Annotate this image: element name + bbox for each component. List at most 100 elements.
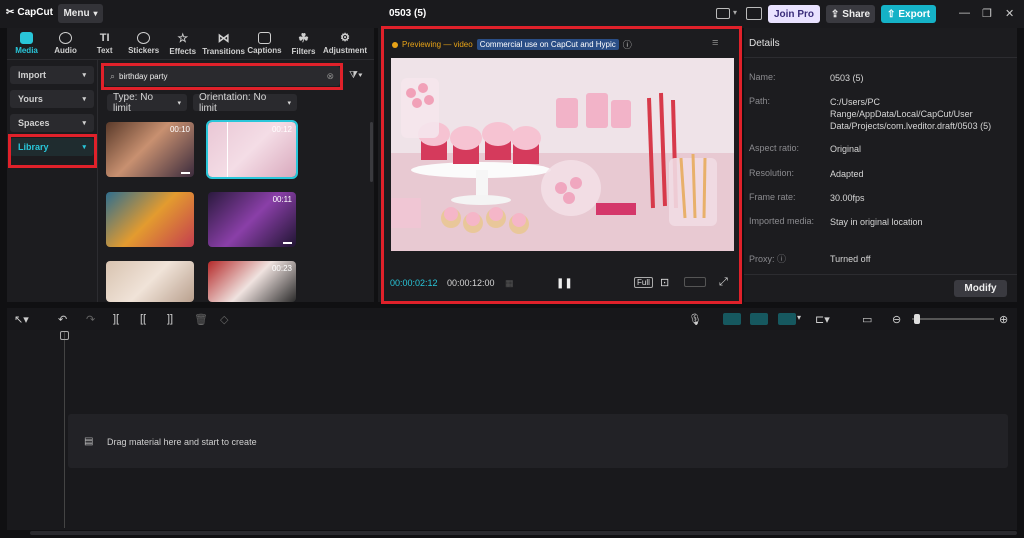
modify-button[interactable]: Modify bbox=[954, 280, 1007, 297]
tab-label: Audio bbox=[54, 45, 77, 55]
detail-label-imported-media: Imported media: bbox=[749, 216, 815, 226]
horizontal-scrollbar[interactable] bbox=[30, 531, 1017, 535]
tab-media[interactable]: Media bbox=[7, 28, 46, 58]
export-label: Export bbox=[898, 8, 931, 20]
redo-icon[interactable]: ↷ bbox=[86, 313, 95, 326]
effects-icon: ☆ bbox=[177, 30, 189, 45]
sidebar-item-label: Import bbox=[18, 70, 46, 80]
timeline-settings-icon[interactable]: ▭ bbox=[862, 313, 872, 326]
chevron-down-icon[interactable]: ▾ bbox=[733, 8, 737, 17]
ratio-selector[interactable] bbox=[684, 277, 706, 287]
detail-label-frame-rate: Frame rate: bbox=[749, 192, 796, 202]
detail-value-imported-media: Stay in original location bbox=[830, 217, 923, 227]
search-highlight-box bbox=[101, 63, 343, 90]
detail-label-resolution: Resolution: bbox=[749, 168, 795, 178]
sidebar-item-import[interactable]: Import ▾ bbox=[10, 66, 94, 84]
pause-icon[interactable]: ❚❚ bbox=[556, 278, 573, 289]
chevron-down-icon: ▾ bbox=[93, 9, 98, 18]
full-quality-button[interactable]: Full bbox=[634, 277, 653, 288]
shortcuts-icon[interactable] bbox=[746, 7, 762, 20]
tab-adjustment[interactable]: ⚙ Adjustment bbox=[323, 28, 367, 58]
download-icon[interactable] bbox=[283, 236, 292, 244]
tab-captions[interactable]: Captions bbox=[245, 28, 284, 58]
chevron-down-icon: ▾ bbox=[82, 120, 86, 127]
scrollbar[interactable] bbox=[370, 122, 373, 182]
layout-icon[interactable] bbox=[716, 8, 730, 19]
filter-icon[interactable]: ⧩▾ bbox=[349, 70, 363, 81]
tab-label: Transitions bbox=[202, 46, 245, 56]
orientation-filter-label: Orientation: No limit bbox=[199, 91, 267, 114]
duration-label: 00:10 bbox=[169, 125, 190, 134]
chevron-down-icon[interactable]: ▾ bbox=[797, 313, 801, 322]
close-icon[interactable]: ✕ bbox=[1005, 7, 1014, 20]
tab-effects[interactable]: ☆ Effects bbox=[163, 28, 202, 58]
project-title: 0503 (5) bbox=[389, 8, 427, 19]
export-button[interactable]: ⇧ Export bbox=[881, 5, 936, 23]
delete-right-icon[interactable]: ]] bbox=[167, 313, 173, 325]
divider bbox=[7, 59, 374, 60]
chevron-down-icon: ▾ bbox=[177, 99, 181, 107]
zoom-slider-handle[interactable] bbox=[914, 314, 920, 324]
media-thumbnail-selected[interactable]: 00:12 bbox=[206, 120, 298, 179]
zoom-fit-icon[interactable]: ⊡ bbox=[660, 276, 669, 289]
tab-transitions[interactable]: ⋈ Transitions bbox=[202, 28, 245, 58]
playhead-handle[interactable] bbox=[60, 331, 69, 340]
media-thumbnail[interactable]: 00:23 bbox=[208, 261, 296, 302]
microphone-icon[interactable]: 🎙 bbox=[688, 313, 702, 326]
menu-button[interactable]: Menu ▾ bbox=[58, 4, 103, 23]
tab-filters[interactable]: ☘ Filters bbox=[284, 28, 323, 58]
detail-value-path: C:/Users/PC Range/AppData/Local/CapCut/U… bbox=[830, 97, 992, 131]
linkage-icon[interactable] bbox=[778, 313, 796, 325]
sidebar-item-yours[interactable]: Yours ▾ bbox=[10, 90, 94, 108]
main-track-magnet-icon[interactable] bbox=[723, 313, 741, 325]
media-thumbnail[interactable] bbox=[106, 192, 194, 247]
mark-icon[interactable]: ◇ bbox=[220, 313, 228, 326]
tab-stickers[interactable]: Stickers bbox=[124, 28, 163, 58]
minimize-icon[interactable]: — bbox=[959, 7, 970, 19]
chevron-down-icon: ▾ bbox=[82, 96, 86, 103]
undo-icon[interactable]: ↶ bbox=[58, 313, 67, 326]
duration-label: 00:12 bbox=[271, 125, 292, 134]
logo-icon: ✂ bbox=[6, 7, 15, 18]
sidebar-item-label: Yours bbox=[18, 94, 43, 104]
detail-value-aspect-ratio: Original bbox=[830, 144, 862, 154]
delete-left-icon[interactable]: [[ bbox=[140, 313, 146, 325]
tab-audio[interactable]: Audio bbox=[46, 28, 85, 58]
zoom-out-icon[interactable]: ⊖ bbox=[892, 313, 901, 326]
divider bbox=[97, 60, 98, 302]
tab-label: Filters bbox=[291, 46, 316, 56]
split-icon[interactable]: ][ bbox=[113, 313, 119, 325]
detail-label-proxy: Proxy: ⓘ bbox=[749, 252, 786, 265]
playhead[interactable] bbox=[64, 332, 65, 528]
toolbar-tabs: Media Audio TI Text Stickers ☆ Effects ⋈ Tr… bbox=[7, 28, 367, 58]
timecode-grid-icon[interactable]: ▦ bbox=[505, 278, 514, 289]
download-icon[interactable] bbox=[181, 166, 190, 174]
info-icon[interactable]: ⓘ bbox=[777, 254, 786, 264]
filters-icon: ☘ bbox=[298, 30, 309, 45]
delete-icon[interactable]: 🗑 bbox=[194, 313, 208, 326]
audio-icon bbox=[59, 31, 73, 44]
detail-value-name: 0503 (5) bbox=[830, 73, 864, 83]
tab-text[interactable]: TI Text bbox=[85, 28, 124, 58]
fullscreen-icon[interactable]: ⤢ bbox=[719, 276, 728, 289]
sidebar-item-spaces[interactable]: Spaces ▾ bbox=[10, 114, 94, 132]
join-pro-button[interactable]: Join Pro bbox=[768, 5, 820, 23]
type-filter[interactable]: Type: No limit ▾ bbox=[107, 92, 187, 114]
proxy-label: Proxy: bbox=[749, 254, 775, 264]
stickers-icon bbox=[137, 31, 151, 44]
tab-label: Captions bbox=[247, 45, 282, 55]
total-time: 00:00:12:00 bbox=[447, 278, 495, 288]
auto-snap-icon[interactable] bbox=[750, 313, 768, 325]
zoom-in-icon[interactable]: ⊕ bbox=[999, 313, 1008, 326]
media-thumbnail[interactable] bbox=[106, 261, 194, 302]
current-time: 00:00:02:12 bbox=[390, 278, 438, 288]
media-thumbnail[interactable]: 00:11 bbox=[208, 192, 296, 247]
maximize-icon[interactable]: ❐ bbox=[982, 7, 992, 20]
share-button[interactable]: ⇪ Share bbox=[826, 5, 875, 23]
zoom-slider[interactable] bbox=[912, 318, 994, 320]
preview-axis-icon[interactable]: ⊏▾ bbox=[815, 313, 830, 326]
media-thumbnail[interactable]: 00:10 bbox=[106, 122, 194, 177]
detail-value-frame-rate: 30.00fps bbox=[830, 193, 865, 203]
orientation-filter[interactable]: Orientation: No limit ▾ bbox=[193, 91, 297, 114]
select-tool-icon[interactable]: ↖▾ bbox=[14, 313, 29, 326]
